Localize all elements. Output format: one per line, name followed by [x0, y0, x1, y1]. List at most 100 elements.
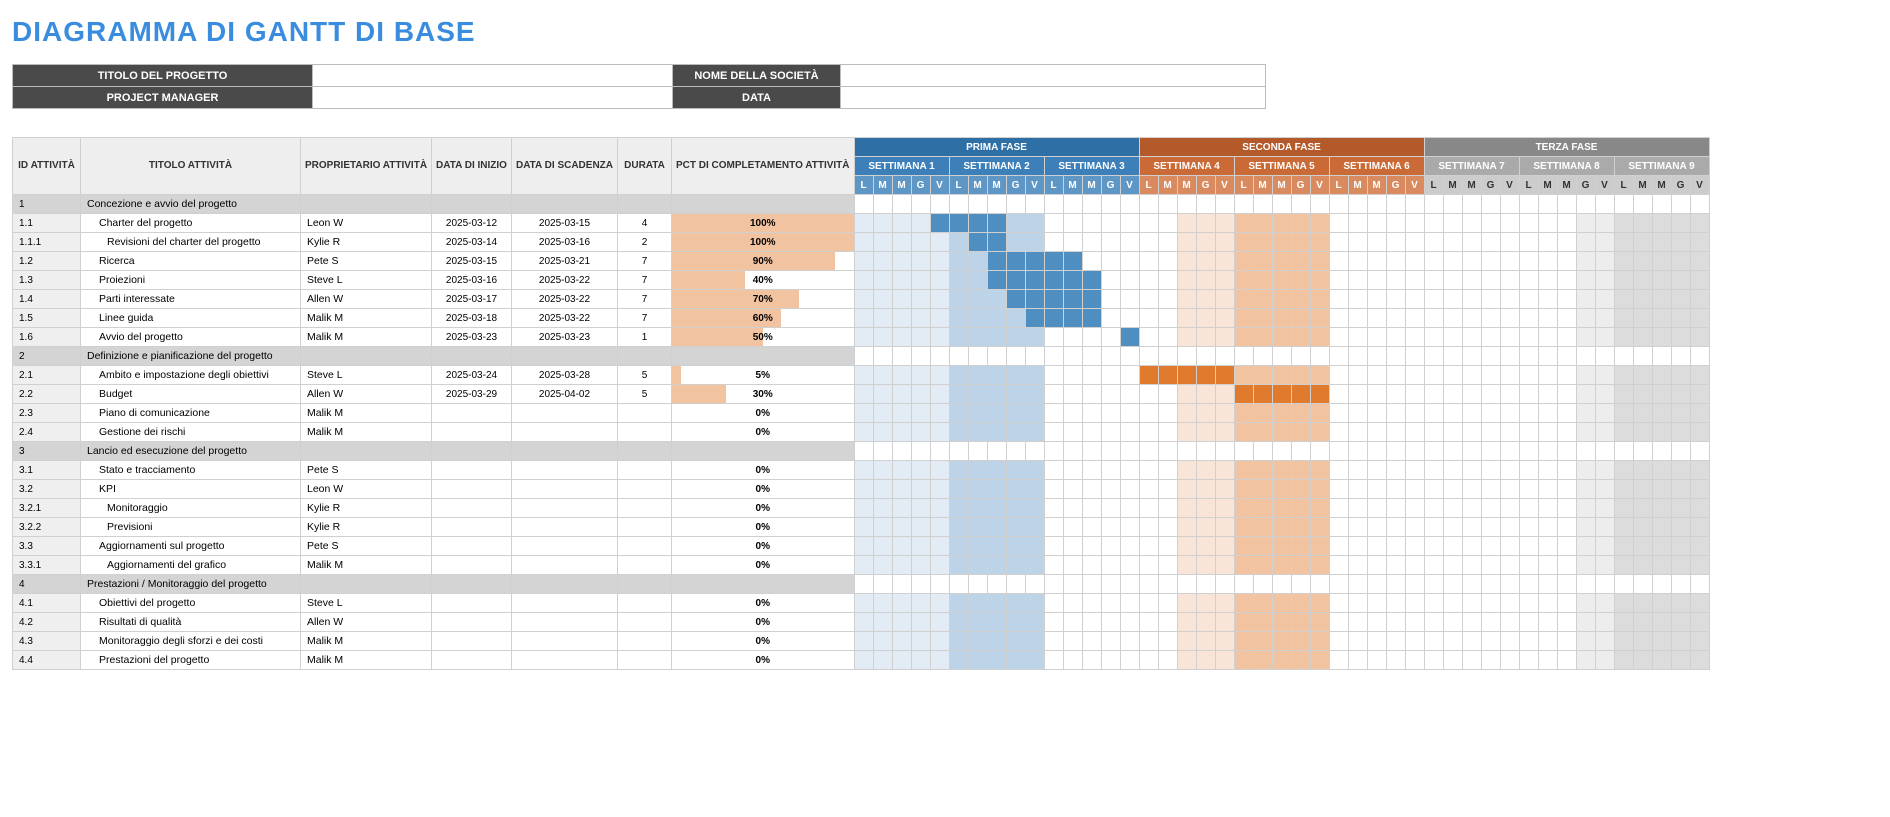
gantt-cell[interactable] [1462, 461, 1481, 480]
gantt-cell[interactable] [1671, 632, 1690, 651]
gantt-cell[interactable] [1633, 651, 1652, 670]
gantt-cell[interactable] [1177, 271, 1196, 290]
gantt-cell[interactable] [1405, 499, 1424, 518]
gantt-cell[interactable] [987, 480, 1006, 499]
gantt-cell[interactable] [1158, 575, 1177, 594]
gantt-cell[interactable] [854, 347, 873, 366]
gantt-cell[interactable] [1633, 594, 1652, 613]
gantt-cell[interactable] [1443, 632, 1462, 651]
gantt-cell[interactable] [1500, 328, 1519, 347]
gantt-cell[interactable] [1310, 594, 1329, 613]
gantt-cell[interactable] [987, 195, 1006, 214]
gantt-cell[interactable] [1063, 556, 1082, 575]
gantt-cell[interactable] [1196, 252, 1215, 271]
gantt-cell[interactable] [1291, 195, 1310, 214]
gantt-cell[interactable] [1310, 328, 1329, 347]
gantt-cell[interactable] [1367, 632, 1386, 651]
gantt-cell[interactable] [968, 442, 987, 461]
gantt-cell[interactable] [1120, 423, 1139, 442]
gantt-cell[interactable] [1101, 233, 1120, 252]
task-start[interactable]: 2025-03-24 [432, 366, 512, 385]
gantt-cell[interactable] [930, 480, 949, 499]
gantt-cell[interactable] [1424, 271, 1443, 290]
task-start[interactable]: 2025-03-16 [432, 271, 512, 290]
gantt-cell[interactable] [1234, 632, 1253, 651]
gantt-cell[interactable] [949, 328, 968, 347]
task-end[interactable] [511, 347, 617, 366]
gantt-cell[interactable] [1557, 347, 1576, 366]
task-duration[interactable]: 1 [618, 328, 672, 347]
gantt-cell[interactable] [1329, 442, 1348, 461]
gantt-cell[interactable] [1063, 252, 1082, 271]
gantt-cell[interactable] [892, 556, 911, 575]
gantt-cell[interactable] [1158, 347, 1177, 366]
gantt-cell[interactable] [1215, 537, 1234, 556]
gantt-cell[interactable] [1690, 309, 1709, 328]
gantt-cell[interactable] [1234, 404, 1253, 423]
gantt-cell[interactable] [1139, 499, 1158, 518]
gantt-cell[interactable] [1557, 404, 1576, 423]
gantt-cell[interactable] [1367, 404, 1386, 423]
gantt-cell[interactable] [1462, 366, 1481, 385]
gantt-cell[interactable] [1595, 423, 1614, 442]
gantt-cell[interactable] [1063, 518, 1082, 537]
gantt-cell[interactable] [1348, 271, 1367, 290]
gantt-cell[interactable] [1291, 309, 1310, 328]
gantt-cell[interactable] [1082, 461, 1101, 480]
gantt-cell[interactable] [1310, 195, 1329, 214]
gantt-cell[interactable] [1196, 385, 1215, 404]
task-owner[interactable]: Pete S [301, 252, 432, 271]
gantt-cell[interactable] [1196, 613, 1215, 632]
gantt-cell[interactable] [1652, 328, 1671, 347]
gantt-cell[interactable] [1424, 385, 1443, 404]
gantt-cell[interactable] [1272, 537, 1291, 556]
gantt-cell[interactable] [873, 518, 892, 537]
gantt-cell[interactable] [1253, 404, 1272, 423]
gantt-cell[interactable] [1557, 309, 1576, 328]
gantt-cell[interactable] [930, 518, 949, 537]
gantt-cell[interactable] [1082, 594, 1101, 613]
gantt-cell[interactable] [1025, 632, 1044, 651]
task-start[interactable]: 2025-03-23 [432, 328, 512, 347]
task-id[interactable]: 2.1 [13, 366, 81, 385]
gantt-cell[interactable] [892, 518, 911, 537]
task-end[interactable] [511, 537, 617, 556]
gantt-cell[interactable] [1063, 271, 1082, 290]
task-id[interactable]: 2.2 [13, 385, 81, 404]
gantt-cell[interactable] [1006, 556, 1025, 575]
gantt-cell[interactable] [1652, 214, 1671, 233]
gantt-cell[interactable] [1310, 613, 1329, 632]
gantt-cell[interactable] [968, 366, 987, 385]
task-pct[interactable]: 0% [672, 404, 855, 423]
gantt-cell[interactable] [892, 499, 911, 518]
task-title[interactable]: Aggiornamenti sul progetto [81, 537, 301, 556]
gantt-cell[interactable] [1633, 328, 1652, 347]
gantt-cell[interactable] [987, 290, 1006, 309]
gantt-cell[interactable] [1671, 328, 1690, 347]
gantt-cell[interactable] [1519, 594, 1538, 613]
gantt-cell[interactable] [1272, 252, 1291, 271]
task-end[interactable] [511, 442, 617, 461]
task-end[interactable]: 2025-03-21 [511, 252, 617, 271]
gantt-cell[interactable] [1234, 309, 1253, 328]
task-pct[interactable]: 0% [672, 537, 855, 556]
task-id[interactable]: 2.4 [13, 423, 81, 442]
gantt-cell[interactable] [1253, 385, 1272, 404]
gantt-cell[interactable] [1614, 594, 1633, 613]
gantt-cell[interactable] [1424, 233, 1443, 252]
gantt-cell[interactable] [949, 252, 968, 271]
gantt-cell[interactable] [1519, 651, 1538, 670]
gantt-cell[interactable] [1690, 195, 1709, 214]
gantt-cell[interactable] [1196, 556, 1215, 575]
gantt-cell[interactable] [1652, 423, 1671, 442]
gantt-cell[interactable] [892, 423, 911, 442]
gantt-cell[interactable] [1196, 309, 1215, 328]
gantt-cell[interactable] [1443, 309, 1462, 328]
gantt-cell[interactable] [1158, 195, 1177, 214]
gantt-cell[interactable] [987, 632, 1006, 651]
gantt-cell[interactable] [873, 575, 892, 594]
gantt-cell[interactable] [1272, 613, 1291, 632]
company-value[interactable] [841, 65, 1266, 87]
gantt-cell[interactable] [930, 195, 949, 214]
gantt-cell[interactable] [1215, 480, 1234, 499]
